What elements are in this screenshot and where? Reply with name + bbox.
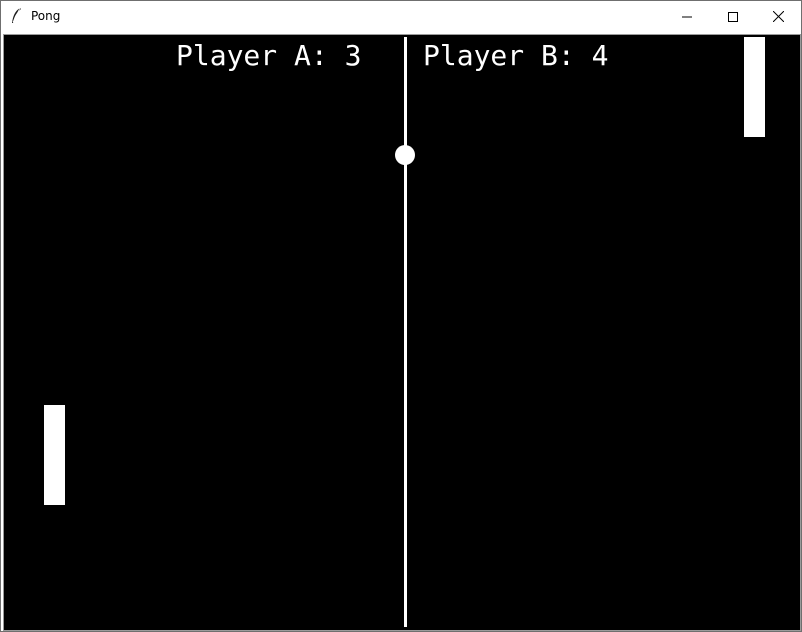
- game-canvas[interactable]: Player A: 3 Player B: 4: [3, 34, 801, 631]
- window-title: Pong: [31, 9, 61, 23]
- title-bar[interactable]: Pong: [1, 1, 801, 32]
- center-net-line: [404, 37, 407, 627]
- minimize-button[interactable]: [664, 1, 710, 32]
- minimize-icon: [682, 7, 692, 26]
- ball: [395, 145, 415, 165]
- player-a-score: Player A: 3: [176, 39, 362, 72]
- player-a-paddle: [44, 405, 65, 505]
- feather-icon: [9, 7, 23, 25]
- player-b-score: Player B: 4: [423, 39, 609, 72]
- pong-window: Pong Player A: 3 Player B: 4: [0, 0, 802, 632]
- player-b-paddle: [744, 37, 765, 137]
- maximize-button[interactable]: [710, 1, 756, 32]
- close-button[interactable]: [755, 1, 801, 32]
- close-icon: [772, 7, 784, 26]
- maximize-icon: [728, 7, 738, 26]
